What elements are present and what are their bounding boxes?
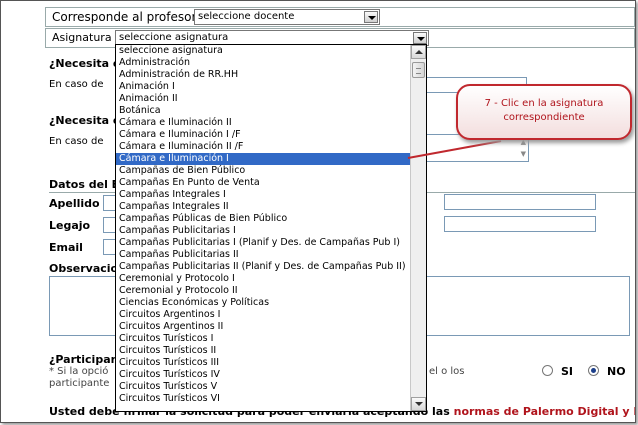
callout-pointer — [407, 140, 502, 159]
form-frame: Corresponde al profesor seleccione docen… — [0, 0, 636, 423]
callout-line-2: correspondiente — [503, 112, 585, 123]
instruction-callout: 7 - Clic en la asignatura correspondient… — [456, 84, 632, 140]
callout-line-1: 7 - Clic en la asignatura — [484, 98, 604, 109]
